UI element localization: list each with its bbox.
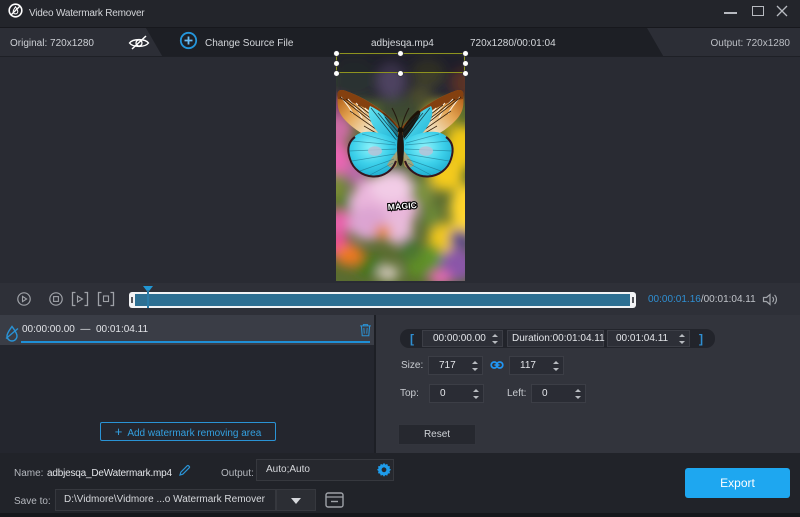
svg-text:MAGIC: MAGIC xyxy=(387,200,417,212)
